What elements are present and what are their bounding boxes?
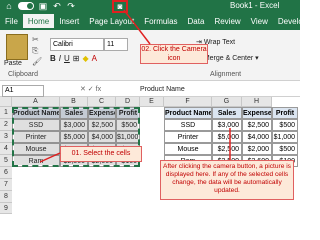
column-header-h[interactable]: H [242,97,272,107]
name-box[interactable]: A1 [2,85,44,97]
tab-formulas[interactable]: Formulas [139,14,182,30]
table-cell[interactable]: $1,000 [116,131,140,143]
italic-icon[interactable]: I [59,54,61,63]
app-title: Book1 - Excel [230,1,280,10]
picture-cell[interactable]: $3,000 [212,119,242,131]
picture-cell[interactable]: Printer [164,131,212,143]
picture-cell[interactable]: Mouse [164,143,212,155]
picture-header-cell[interactable]: Product Name [164,107,212,119]
tab-data[interactable]: Data [183,14,210,30]
tab-view[interactable]: View [246,14,273,30]
picture-cell[interactable]: $500 [272,143,298,155]
row-header[interactable]: 2 [0,119,12,131]
formula-bar: A1 ✕ ✓ fx Product Name [0,84,300,97]
row-header[interactable]: 1 [0,107,12,119]
picture-cell[interactable]: SSD [164,119,212,131]
picture-cell[interactable]: $5,000 [212,131,242,143]
picture-cell[interactable]: $2,000 [242,143,272,155]
column-header-f[interactable]: F [164,97,212,107]
column-header-c[interactable]: C [88,97,116,107]
table-header-cell[interactable]: Product Name [12,107,60,119]
table-cell[interactable]: $5,000 [60,131,88,143]
tab-review[interactable]: Review [209,14,245,30]
fill-color-icon[interactable]: ◆ [83,54,89,63]
table-cell[interactable]: $500 [116,119,140,131]
fx-icon[interactable]: ✕ ✓ fx [80,85,101,93]
bold-icon[interactable]: B [50,54,56,63]
row-header[interactable]: 3 [0,131,12,143]
column-header-e[interactable]: E [140,97,164,107]
table-cell[interactable]: $3,000 [60,119,88,131]
font-format-row: B I U ⊞ ◆ A [50,54,97,63]
tab-developer[interactable]: Developer [273,14,319,30]
table-header-cell[interactable]: Expenses [88,107,116,119]
camera-icon: ◙ [117,2,123,11]
picture-cell[interactable]: $2,500 [212,143,242,155]
save-icon[interactable]: ▣ [38,1,48,11]
table-cell[interactable]: $4,000 [88,131,116,143]
ribbon-tabs: File Home Insert Page Layout Formulas Da… [0,14,314,30]
autosave-label-icon: ⌂ [6,1,12,11]
underline-icon[interactable]: U [64,54,70,63]
tab-file[interactable]: File [0,14,23,30]
paste-icon[interactable] [6,34,28,60]
camera-qat-button[interactable]: ◙ [112,0,128,13]
formula-input[interactable]: Product Name [140,85,185,95]
alignment-group-label: Alignment [210,71,242,78]
column-header-d[interactable]: D [116,97,140,107]
picture-cell[interactable]: $4,000 [242,131,272,143]
tab-page-layout[interactable]: Page Layout [84,14,139,30]
camera-note-callout: After clicking the camera button, a pict… [160,160,294,200]
table-header-cell[interactable]: Sales [60,107,88,119]
picture-cell[interactable]: $500 [272,119,298,131]
merge-center-label: Merge & Center [203,55,254,62]
picture-header-cell[interactable]: Sales [212,107,242,119]
column-header-b[interactable]: B [60,97,88,107]
copy-icon[interactable]: ⎘ [32,46,38,56]
select-cells-callout: 01. Select the cells [60,146,142,162]
cut-icon[interactable]: ✂ [32,35,39,44]
picture-header-cell[interactable]: Profit [272,107,298,119]
font-size-select[interactable]: 11 [104,38,128,51]
autosave-toggle[interactable] [18,2,34,10]
table-cell[interactable]: Mouse [12,143,60,155]
column-header-g[interactable]: G [212,97,242,107]
table-cell[interactable]: $2,500 [88,119,116,131]
camera-callout: 02. Click the Camera icon [140,44,208,64]
picture-cell[interactable]: $2,500 [242,119,272,131]
column-header-a[interactable]: A [12,97,60,107]
row-header[interactable]: 7 [0,179,12,191]
row-header[interactable]: 6 [0,167,12,179]
tab-home[interactable]: Home [22,14,55,30]
row-header[interactable]: 5 [0,155,12,167]
ribbon-home: Paste ✂ ⎘ 🖌 Calibri 11 B I U ⊞ ◆ A ⇥ Wra… [0,30,300,81]
row-header[interactable]: 9 [0,203,12,214]
picture-cell[interactable]: $1,000 [272,131,298,143]
row-header[interactable]: 4 [0,143,12,155]
wrap-text-label: Wrap Text [203,39,236,46]
table-cell[interactable]: Printer [12,131,60,143]
format-painter-icon[interactable]: 🖌 [32,57,42,66]
clipboard-group-label: Clipboard [8,71,38,78]
font-name-select[interactable]: Calibri [50,38,104,51]
row-header[interactable]: 8 [0,191,12,203]
tab-insert[interactable]: Insert [54,14,84,30]
borders-icon[interactable]: ⊞ [73,54,80,63]
select-all-corner[interactable] [0,97,12,107]
paste-label[interactable]: Paste [4,60,22,67]
title-bar: ⌂ ▣ ↶ ↷ ◙ Book1 - Excel [0,0,300,14]
font-color-icon[interactable]: A [92,54,97,63]
table-cell[interactable]: Ram [12,155,60,167]
table-header-cell[interactable]: Profit [116,107,140,119]
quick-access-toolbar: ⌂ ▣ ↶ ↷ [4,1,76,11]
undo-icon[interactable]: ↶ [52,1,62,11]
table-cell[interactable]: SSD [12,119,60,131]
picture-header-cell[interactable]: Expenses [242,107,272,119]
redo-icon[interactable]: ↷ [66,1,76,11]
